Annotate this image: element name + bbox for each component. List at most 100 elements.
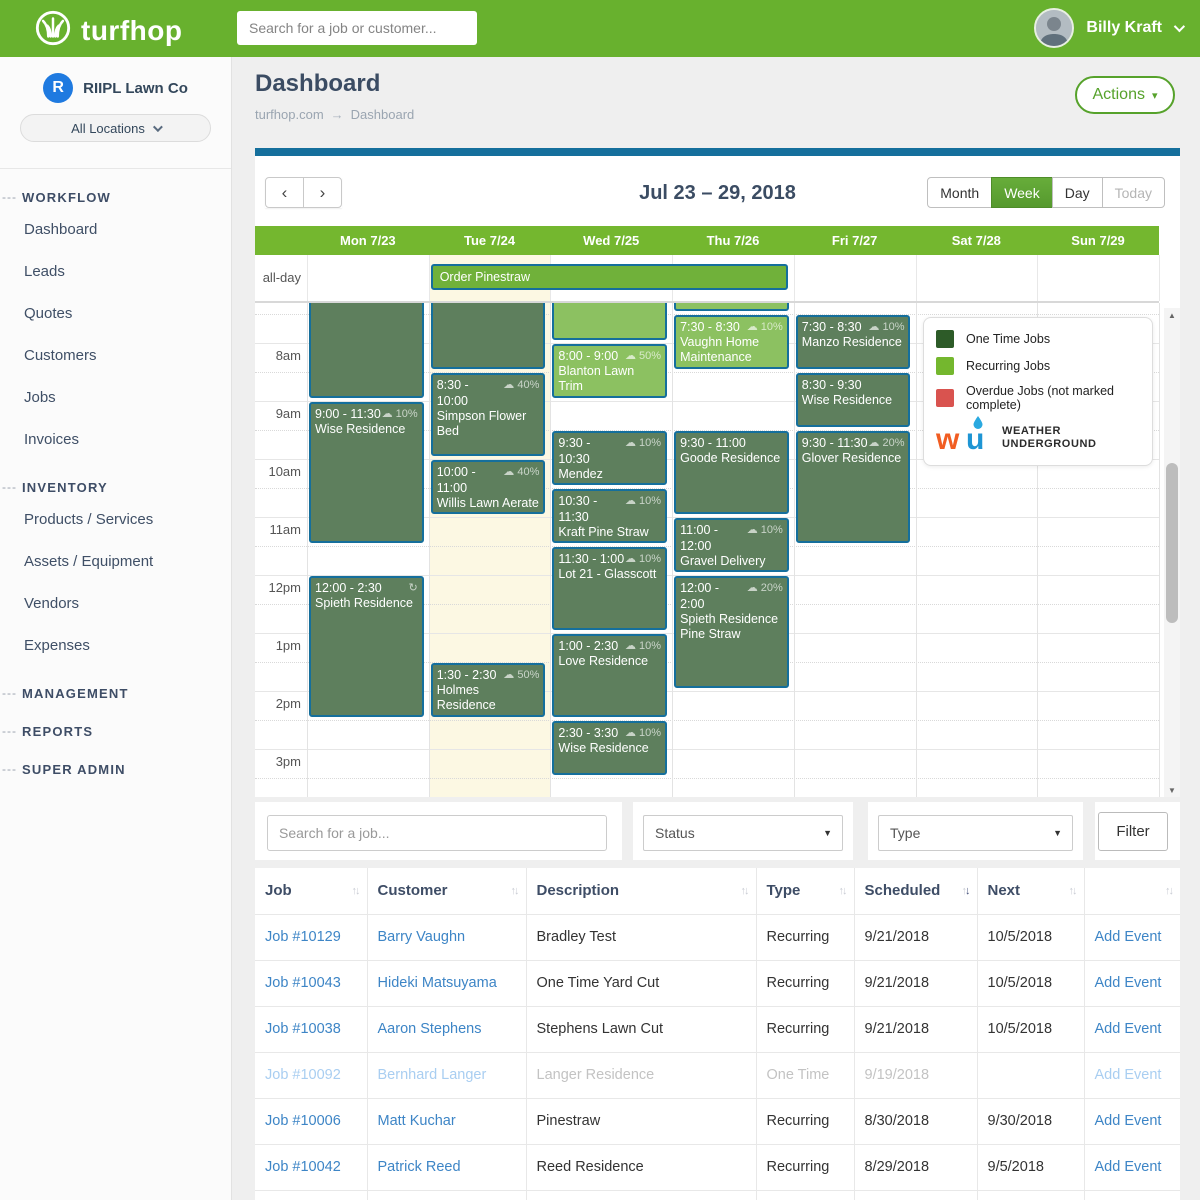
customer-link[interactable]: Hideki Matsuyama <box>367 960 526 1006</box>
view-button-month[interactable]: Month <box>927 177 992 208</box>
job-link[interactable]: Job #10042 <box>255 1144 367 1190</box>
calendar-event-manzo-residence[interactable]: 7:30 - 8:30☁ 10%Manzo Residence <box>796 315 911 369</box>
sort-icon[interactable]: ↑↓ <box>511 868 518 914</box>
calendar-event-wise-residence[interactable]: 8:30 - 9:30Wise Residence <box>796 373 911 427</box>
sort-icon[interactable]: ↑↓ <box>962 868 969 914</box>
column-header-scheduled[interactable]: Scheduled↑↓ <box>854 868 977 914</box>
calendar-event-gravel-delivery-lot-32[interactable]: 11:00 - 12:00☁ 10%Gravel Delivery (Lot 3… <box>674 518 789 572</box>
calendar-event-love-residence[interactable]: 1:00 - 2:30☁ 10%Love Residence <box>552 634 667 717</box>
weather-forecast-icon: ☁ 10% <box>625 551 661 567</box>
calendar-event-goode-residence[interactable]: 9:30 - 11:00Goode Residence <box>674 431 789 514</box>
customer-link[interactable]: Patrick Reed <box>367 1144 526 1190</box>
calendar-event-vaughn-home-maintenance[interactable]: 7:30 - 8:30☁ 10%Vaughn Home Maintenance <box>674 315 789 369</box>
sort-icon[interactable]: ↑↓ <box>1165 868 1172 914</box>
breadcrumb-site[interactable]: turfhop.com <box>255 107 324 122</box>
column-header-description[interactable]: Description↑↓ <box>526 868 756 914</box>
legend-item-overdue-jobs-not-marked-complete: Overdue Jobs (not marked complete) <box>936 384 1140 412</box>
calendar-event-mendez-residence[interactable]: 9:30 - 10:30☁ 10%Mendez Residence <box>552 431 667 485</box>
logo[interactable]: turfhop <box>34 9 182 52</box>
type-select[interactable]: Type ▼ <box>878 815 1073 851</box>
scroll-up-icon[interactable]: ▲ <box>1164 308 1180 322</box>
sidebar-item-invoices[interactable]: Invoices <box>0 419 231 461</box>
calendar-event-blanton-lawn-trim[interactable]: 8:00 - 9:00☁ 50%Blanton Lawn Trim <box>552 344 667 398</box>
filter-button[interactable]: Filter <box>1098 812 1168 851</box>
column-header-next[interactable]: Next↑↓ <box>977 868 1084 914</box>
calendar-event-willis-lawn-aerate[interactable]: 10:00 - 11:00☁ 40%Willis Lawn Aerate <box>431 460 546 514</box>
job-link[interactable]: Job #10006 <box>255 1098 367 1144</box>
sidebar-section-reports[interactable]: ---REPORTS <box>0 719 231 743</box>
add-event-link[interactable]: Add Event <box>1084 960 1180 1006</box>
add-event-link[interactable]: Add Event <box>1084 1006 1180 1052</box>
sidebar-item-expenses[interactable]: Expenses <box>0 625 231 667</box>
sort-icon[interactable]: ↑↓ <box>1069 868 1076 914</box>
calendar-event-wise-residence[interactable]: 2:30 - 3:30☁ 10%Wise Residence <box>552 721 667 775</box>
calendar-event[interactable] <box>309 303 424 398</box>
view-button-day[interactable]: Day <box>1052 177 1103 208</box>
column-header-customer[interactable]: Customer ↑↓ <box>367 868 526 914</box>
event-title: Willis Lawn Aerate <box>437 496 540 511</box>
calendar-event-spieth-residence[interactable]: 12:00 - 2:30↻Spieth Residence <box>309 576 424 717</box>
status-select-value: Status <box>655 825 695 841</box>
status-select[interactable]: Status ▼ <box>643 815 843 851</box>
job-link[interactable]: Job #10129 <box>255 914 367 960</box>
add-event-link[interactable]: Add Event <box>1084 914 1180 960</box>
sidebar-item-jobs[interactable]: Jobs <box>0 377 231 419</box>
sort-icon[interactable]: ↑↓ <box>741 868 748 914</box>
event-title: Love Residence <box>558 654 661 669</box>
customer-link[interactable]: Matt Kuchar <box>367 1098 526 1144</box>
global-search-input[interactable] <box>237 11 477 45</box>
customer-link[interactable]: Bernhard Langer <box>367 1052 526 1098</box>
job-search-input[interactable] <box>267 815 607 851</box>
customer-link[interactable]: Barry Vaughn <box>367 914 526 960</box>
calendar-event-holmes-residence[interactable]: 1:30 - 2:30☁ 50%Holmes Residence <box>431 663 546 717</box>
sidebar-item-products-services[interactable]: Products / Services <box>0 499 231 541</box>
location-selector[interactable]: All Locations <box>20 114 211 142</box>
view-button-week[interactable]: Week <box>991 177 1053 208</box>
job-link[interactable]: Job #10038 <box>255 1006 367 1052</box>
sort-icon[interactable]: ↑↓ <box>839 868 846 914</box>
sidebar-item-assets-equipment[interactable]: Assets / Equipment <box>0 541 231 583</box>
column-header-actions[interactable]: ↑↓ <box>1084 868 1180 914</box>
day-header-fri-7-27: Fri 7/27 <box>794 226 916 255</box>
calendar-event-simpson-flower-bed[interactable]: 8:30 - 10:00☁ 40%Simpson Flower Bed <box>431 373 546 456</box>
column-header-job[interactable]: Job↑↓ <box>255 868 367 914</box>
view-button-today[interactable]: Today <box>1102 177 1165 208</box>
sort-icon[interactable]: ↑↓ <box>352 868 359 914</box>
sidebar-item-vendors[interactable]: Vendors <box>0 583 231 625</box>
sidebar-item-dashboard[interactable]: Dashboard <box>0 209 231 251</box>
empty-cell <box>255 1190 367 1200</box>
column-header-label: Customer <box>378 882 448 899</box>
calendar-scrollbar[interactable]: ▲ ▼ <box>1164 308 1180 797</box>
calendar-event[interactable] <box>552 303 667 340</box>
actions-button[interactable]: Actions ▾ <box>1075 76 1175 114</box>
user-menu[interactable]: Billy Kraft <box>1034 8 1182 48</box>
add-event-link[interactable]: Add Event <box>1084 1144 1180 1190</box>
customer-link[interactable]: Aaron Stephens <box>367 1006 526 1052</box>
calendar-event-glover-residence[interactable]: 9:30 - 11:30☁ 20%Glover Residence <box>796 431 911 543</box>
calendar-event-lot-21-glasscott[interactable]: 11:30 - 1:00☁ 10%Lot 21 - Glasscott <box>552 547 667 630</box>
allday-event-order-pinestraw[interactable]: Order Pinestraw <box>431 264 788 290</box>
sidebar-section-management[interactable]: ---MANAGEMENT <box>0 681 231 705</box>
sidebar-section-inventory[interactable]: ---INVENTORY <box>0 475 231 499</box>
calendar-event[interactable] <box>431 303 546 369</box>
add-event-link[interactable]: Add Event <box>1084 1098 1180 1144</box>
calendar-event-wise-residence[interactable]: 9:00 - 11:30☁ 10%Wise Residence <box>309 402 424 543</box>
calendar-event-kraft-pine-straw-job[interactable]: 10:30 - 11:30☁ 10%Kraft Pine Straw Job <box>552 489 667 543</box>
calendar-event-spieth-residence-pine-straw[interactable]: 12:00 - 2:00☁ 20%Spieth Residence Pine S… <box>674 576 789 688</box>
add-event-link[interactable]: Add Event <box>1084 1052 1180 1098</box>
calendar-day-header: Mon 7/23Tue 7/24Wed 7/25Thu 7/26Fri 7/27… <box>255 226 1159 255</box>
breadcrumb-arrow-icon: → <box>331 107 344 122</box>
sidebar-section-super-admin[interactable]: ---SUPER ADMIN <box>0 757 231 781</box>
sidebar-item-quotes[interactable]: Quotes <box>0 293 231 335</box>
avatar[interactable] <box>1034 8 1074 48</box>
weather-forecast-icon: ☁ 10% <box>625 725 661 741</box>
job-link[interactable]: Job #10092 <box>255 1052 367 1098</box>
scroll-down-icon[interactable]: ▼ <box>1164 783 1180 797</box>
calendar-event[interactable] <box>674 303 789 311</box>
sidebar-item-leads[interactable]: Leads <box>0 251 231 293</box>
column-header-type[interactable]: Type↑↓ <box>756 868 854 914</box>
job-link[interactable]: Job #10043 <box>255 960 367 1006</box>
sidebar-item-customers[interactable]: Customers <box>0 335 231 377</box>
scrollbar-thumb[interactable] <box>1166 463 1178 623</box>
sidebar-section-workflow[interactable]: ---WORKFLOW <box>0 185 231 209</box>
